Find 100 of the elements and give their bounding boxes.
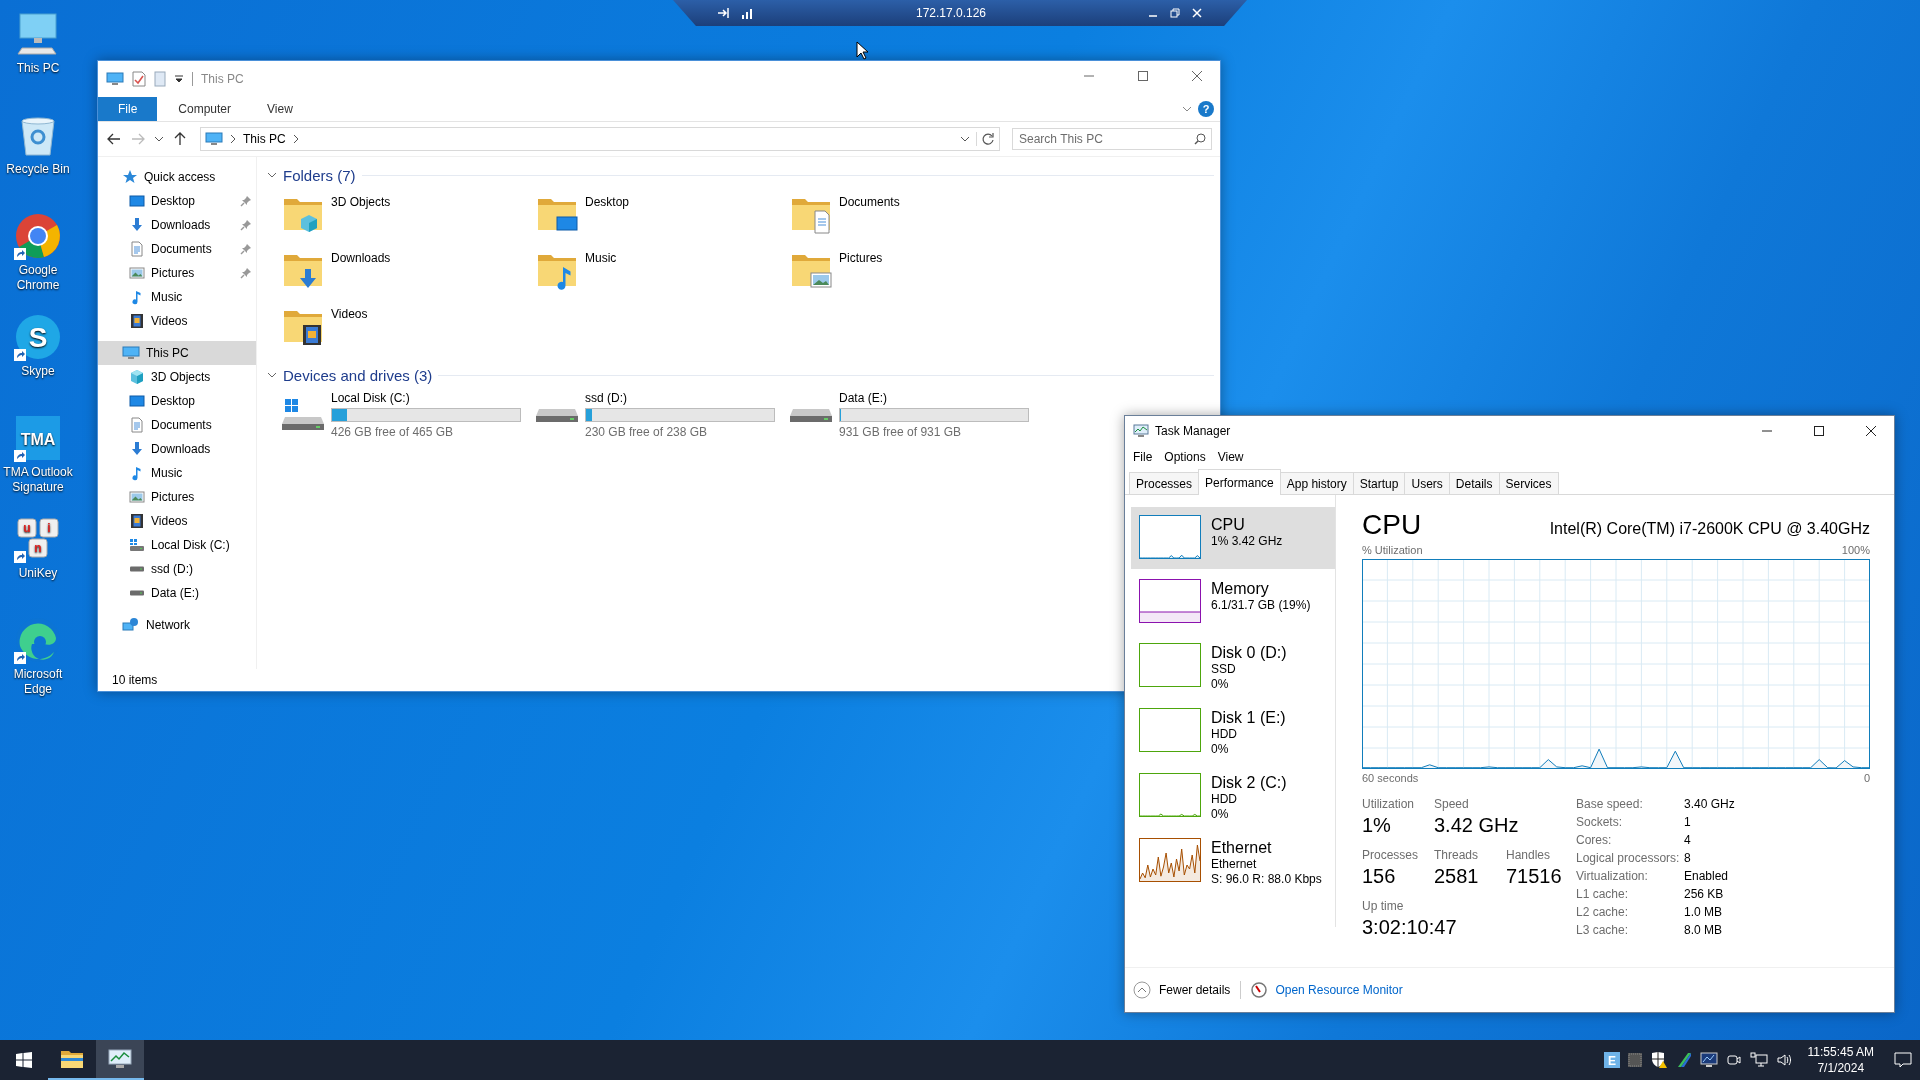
resource-monitor-link[interactable]: Open Resource Monitor — [1275, 983, 1403, 997]
resource-item[interactable]: Disk 0 (D:) SSD 0% — [1131, 635, 1335, 698]
nav-item[interactable]: Videos — [98, 309, 256, 333]
spec-value: 256 KB — [1684, 886, 1725, 903]
search-field[interactable]: Search This PC — [1012, 128, 1212, 150]
resource-item[interactable]: Memory 6.1/31.7 GB (19%) — [1131, 571, 1335, 633]
desktop-shortcut[interactable]: Microsoft Edge — [0, 612, 76, 713]
folder-item[interactable]: Documents — [789, 187, 1043, 243]
fewer-details-button[interactable]: Fewer details — [1133, 981, 1231, 999]
image-icon — [129, 489, 145, 505]
folder-item[interactable]: Music — [535, 243, 789, 299]
nav-item[interactable]: Local Disk (C:) — [98, 533, 256, 557]
stat-label: Up time — [1362, 898, 1405, 915]
camera-icon[interactable] — [1725, 1052, 1742, 1068]
ribbon-tab[interactable]: View — [252, 97, 308, 121]
nav-item[interactable]: This PC — [98, 341, 256, 365]
stat-value: 3:02:10:47 — [1362, 915, 1457, 939]
nav-item[interactable]: Downloads — [98, 437, 256, 461]
stat-label: Processes — [1362, 847, 1420, 864]
folder-item[interactable]: Downloads — [281, 243, 535, 299]
nav-item[interactable]: Music — [98, 285, 256, 309]
drive-icon — [129, 590, 145, 596]
tab[interactable]: App history — [1279, 472, 1354, 494]
network-icon[interactable] — [1749, 1052, 1768, 1068]
nav-item[interactable]: Quick access — [98, 165, 256, 189]
clock[interactable]: 11:55:45 AM 7/1/2024 — [1801, 1044, 1886, 1076]
document-icon — [129, 241, 145, 257]
desktop-shortcut[interactable]: Recycle Bin — [0, 107, 76, 208]
checklist-icon[interactable] — [132, 71, 146, 87]
drive-icon — [129, 566, 145, 572]
drive-name[interactable]: Local Disk (C:) — [331, 391, 521, 405]
taskbar-app[interactable] — [96, 1040, 144, 1080]
stat-value: 156 — [1362, 864, 1397, 888]
resource-item[interactable]: Disk 2 (C:) HDD 0% — [1131, 765, 1335, 828]
nav-item[interactable]: Network — [98, 613, 256, 637]
nav-item[interactable]: Data (E:) — [98, 581, 256, 605]
chevron-down-icon[interactable] — [960, 134, 970, 144]
folder-item[interactable]: Videos — [281, 299, 535, 355]
chevron-down-icon[interactable] — [154, 134, 164, 144]
nav-item[interactable]: Desktop — [98, 189, 256, 213]
menu-item[interactable]: File — [1129, 450, 1157, 464]
resource-item[interactable]: CPU 1% 3.42 GHz — [1131, 507, 1335, 569]
tab[interactable]: Details — [1448, 472, 1500, 494]
nav-item[interactable]: Documents — [98, 413, 256, 437]
address-bar[interactable]: This PC — [200, 127, 1000, 151]
menu-item[interactable]: Options — [1160, 450, 1210, 464]
refresh-icon[interactable] — [976, 132, 995, 146]
processor-model: Intel(R) Core(TM) i7-2600K CPU @ 3.40GHz — [1549, 520, 1870, 538]
nav-item[interactable]: Pictures — [98, 485, 256, 509]
image-icon — [129, 265, 145, 281]
folder-item[interactable]: Desktop — [535, 187, 789, 243]
drive-icon — [129, 537, 145, 553]
close-icon[interactable] — [1191, 7, 1203, 19]
stripe-icon[interactable] — [1675, 1052, 1692, 1068]
monitor-icon[interactable] — [1699, 1052, 1718, 1068]
desktop-shortcut[interactable]: This PC — [0, 6, 76, 107]
caret-icon[interactable] — [174, 74, 184, 84]
folder-item[interactable]: Pictures — [789, 243, 1043, 299]
resource-item[interactable]: Ethernet Ethernet S: 96.0 R: 88.0 Kbps — [1131, 830, 1335, 893]
grid-icon[interactable] — [1627, 1053, 1642, 1067]
nav-item[interactable]: Documents — [98, 237, 256, 261]
nav-item[interactable]: Videos — [98, 509, 256, 533]
resource-name: Memory — [1211, 579, 1270, 598]
group-header[interactable]: Devices and drives (3) — [267, 366, 433, 384]
ribbon-tab[interactable]: Computer — [163, 97, 247, 121]
ribbon-tab[interactable]: File — [98, 97, 158, 121]
folder-item[interactable]: 3D Objects — [281, 187, 535, 243]
tab[interactable]: Startup — [1352, 472, 1406, 494]
desktop-shortcut[interactable]: Google Chrome — [0, 208, 76, 309]
notification-icon[interactable] — [1894, 1052, 1912, 1068]
desktop-shortcut[interactable]: S Skype — [0, 309, 76, 410]
desktop-shortcut[interactable]: TMA TMA Outlook Signature — [0, 410, 76, 511]
drive-name[interactable]: ssd (D:) — [585, 391, 775, 405]
tab[interactable]: Performance — [1198, 469, 1281, 495]
breadcrumb-item[interactable]: This PC — [243, 132, 286, 146]
tab[interactable]: Services — [1498, 472, 1559, 494]
item-count: 10 items — [112, 673, 158, 687]
up-arrow-icon[interactable] — [172, 131, 188, 147]
nav-item[interactable]: Downloads — [98, 213, 256, 237]
nav-item[interactable]: Pictures — [98, 261, 256, 285]
nav-item[interactable]: Desktop — [98, 389, 256, 413]
speaker-icon[interactable] — [1775, 1052, 1794, 1068]
menu-item[interactable]: View — [1213, 450, 1248, 464]
tab[interactable]: Users — [1404, 472, 1450, 494]
tab[interactable]: Processes — [1129, 472, 1200, 494]
resource-name: Disk 2 (C:) — [1211, 773, 1287, 792]
help-button[interactable]: ? — [1198, 101, 1214, 117]
restore-icon[interactable] — [1169, 7, 1181, 19]
nav-item[interactable]: Music — [98, 461, 256, 485]
chevron-down-icon[interactable] — [1182, 104, 1192, 114]
stat-label: Utilization — [1362, 796, 1416, 813]
back-arrow-icon[interactable] — [106, 131, 122, 147]
desktop-shortcut[interactable]: u i n UniKey — [0, 511, 76, 612]
drive-name[interactable]: Data (E:) — [839, 391, 1029, 405]
nav-item[interactable]: ssd (D:) — [98, 557, 256, 581]
computer-icon — [205, 131, 223, 147]
shield-icon[interactable] — [1649, 1051, 1668, 1069]
resource-item[interactable]: Disk 1 (E:) HDD 0% — [1131, 700, 1335, 763]
group-header[interactable]: Folders (7) — [267, 166, 356, 184]
nav-item[interactable]: 3D Objects — [98, 365, 256, 389]
